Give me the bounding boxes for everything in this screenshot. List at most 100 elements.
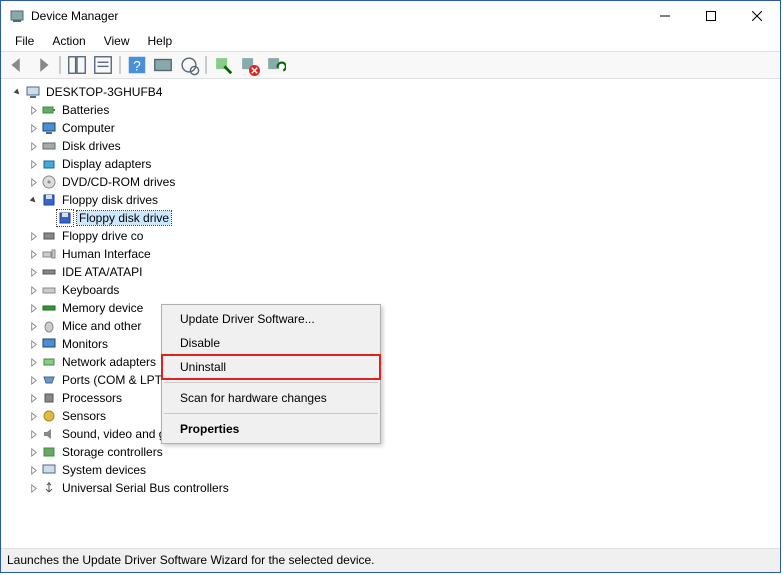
expand-icon[interactable] [25,408,41,424]
tree-item-floppy[interactable]: Floppy disk drives [5,191,776,209]
expand-icon[interactable] [25,300,41,316]
expand-icon[interactable] [25,318,41,334]
forward-button[interactable] [31,54,55,76]
dvd-icon [41,174,57,190]
minimize-button[interactable] [642,1,688,31]
expand-icon[interactable] [25,462,41,478]
tree-item-floppy-ctrl[interactable]: Floppy drive co [5,227,776,245]
tree-item-network[interactable]: Network adapters [5,353,776,371]
window-title: Device Manager [31,9,642,23]
system-icon [41,462,57,478]
tree-item-ports[interactable]: Ports (COM & LPT) [5,371,776,389]
device-manager-window: Device Manager File Action View Help ? [0,0,781,573]
tree-item-memory[interactable]: Memory device [5,299,776,317]
tree-item-keyboards[interactable]: Keyboards [5,281,776,299]
app-icon [9,8,25,24]
window-buttons [642,1,780,31]
floppy-icon [41,192,57,208]
memory-icon [41,300,57,316]
toolbar-separator [205,56,207,74]
expand-icon[interactable] [25,336,41,352]
monitor-icon [41,336,57,352]
expand-icon[interactable] [25,246,41,262]
tree-item-floppy-drive[interactable]: Floppy disk drive [5,209,776,227]
expand-icon[interactable] [25,264,41,280]
network-icon [41,354,57,370]
device-tree: DESKTOP-3GHUFB4 Batteries Computer Disk … [5,83,776,497]
ctx-uninstall[interactable]: Uninstall [162,355,380,379]
tree-item-mice[interactable]: Mice and other [5,317,776,335]
tree-item-processors[interactable]: Processors [5,389,776,407]
context-menu: Update Driver Software... Disable Uninst… [161,304,381,444]
expand-icon[interactable] [25,354,41,370]
menu-view[interactable]: View [96,32,138,50]
tree-content: DESKTOP-3GHUFB4 Batteries Computer Disk … [1,79,780,548]
titlebar: Device Manager [1,1,780,31]
expand-icon[interactable] [25,102,41,118]
tree-root[interactable]: DESKTOP-3GHUFB4 [5,83,776,101]
svg-text:?: ? [133,59,141,74]
tree-item-computer[interactable]: Computer [5,119,776,137]
keyboard-icon [41,282,57,298]
expand-icon[interactable] [25,480,41,496]
menu-help[interactable]: Help [140,32,181,50]
show-hide-tree-button[interactable] [65,54,89,76]
expand-icon[interactable] [25,282,41,298]
ctx-properties[interactable]: Properties [162,417,380,441]
ctx-disable[interactable]: Disable [162,331,380,355]
expand-icon[interactable] [25,120,41,136]
menubar: File Action View Help [1,31,780,51]
tree-item-monitors[interactable]: Monitors [5,335,776,353]
uninstall-button[interactable] [237,54,261,76]
tree-item-system[interactable]: System devices [5,461,776,479]
tree-item-sound[interactable]: Sound, video and game controllers [5,425,776,443]
menu-action[interactable]: Action [44,32,93,50]
close-button[interactable] [734,1,780,31]
maximize-button[interactable] [688,1,734,31]
expand-icon[interactable] [9,84,25,100]
sensor-icon [41,408,57,424]
ctx-scan[interactable]: Scan for hardware changes [162,386,380,410]
tree-item-ide[interactable]: IDE ATA/ATAPI [5,263,776,281]
toolbar: ? [1,51,780,79]
ctx-separator [164,382,378,383]
expand-icon[interactable] [25,372,41,388]
sound-icon [41,426,57,442]
usb-icon [41,480,57,496]
tree-item-batteries[interactable]: Batteries [5,101,776,119]
properties-button[interactable] [91,54,115,76]
enable-button[interactable] [211,54,235,76]
hid-icon [41,246,57,262]
tree-item-usb[interactable]: Universal Serial Bus controllers [5,479,776,497]
toolbar-separator [59,56,61,74]
battery-icon [41,102,57,118]
back-button[interactable] [5,54,29,76]
computer-icon [25,84,41,100]
expand-icon[interactable] [25,228,41,244]
expand-icon[interactable] [25,426,41,442]
tree-item-dvd[interactable]: DVD/CD-ROM drives [5,173,776,191]
controller-icon [41,228,57,244]
tree-item-storage[interactable]: Storage controllers [5,443,776,461]
menu-file[interactable]: File [7,32,42,50]
expand-icon[interactable] [25,444,41,460]
expand-icon[interactable] [25,156,41,172]
tree-item-hid[interactable]: Human Interface [5,245,776,263]
ctx-update-driver[interactable]: Update Driver Software... [162,307,380,331]
scan-hardware-button[interactable] [151,54,175,76]
expand-icon[interactable] [25,174,41,190]
port-icon [41,372,57,388]
expand-icon[interactable] [25,390,41,406]
refresh-button[interactable] [263,54,287,76]
monitor-icon [41,120,57,136]
collapse-icon[interactable] [25,192,41,208]
help-button[interactable]: ? [125,54,149,76]
floppy-icon [57,210,73,226]
mouse-icon [41,318,57,334]
cpu-icon [41,390,57,406]
update-driver-button[interactable] [177,54,201,76]
tree-item-sensors[interactable]: Sensors [5,407,776,425]
expand-icon[interactable] [25,138,41,154]
tree-item-disk[interactable]: Disk drives [5,137,776,155]
tree-item-display[interactable]: Display adapters [5,155,776,173]
